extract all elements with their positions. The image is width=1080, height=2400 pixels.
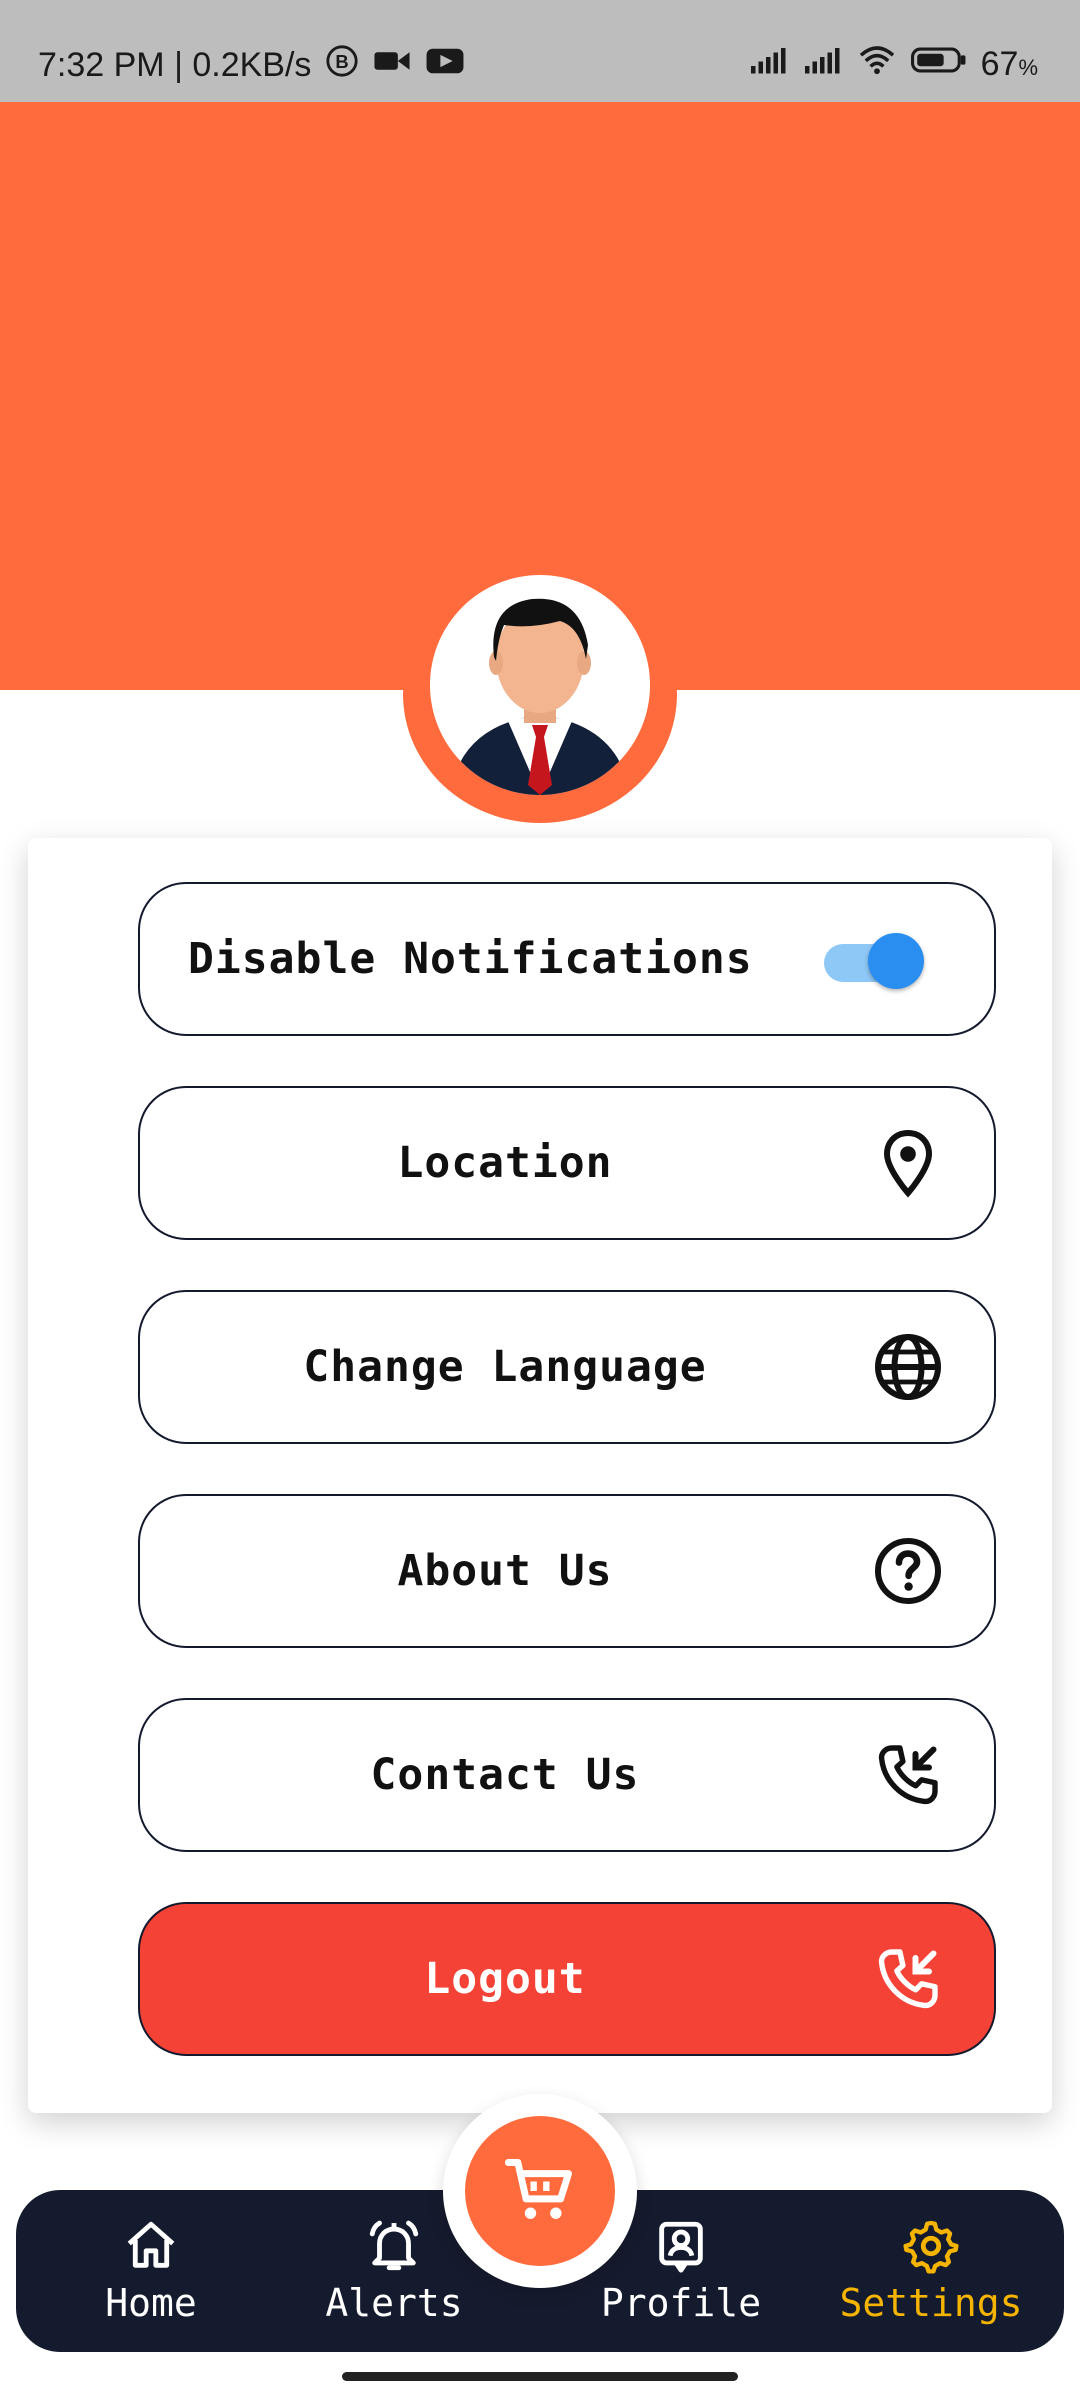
globe-icon bbox=[875, 1334, 941, 1400]
avatar[interactable] bbox=[430, 575, 650, 795]
phone-callback-icon bbox=[878, 1949, 938, 2009]
help-circle-icon bbox=[875, 1538, 941, 1604]
gear-icon bbox=[903, 2220, 959, 2274]
wifi-icon bbox=[857, 44, 897, 85]
logout-button[interactable]: Logout bbox=[138, 1902, 996, 2056]
bell-icon bbox=[369, 2220, 419, 2271]
change-language-label: Change Language bbox=[303, 1342, 707, 1392]
nav-home-label: Home bbox=[105, 2281, 197, 2325]
video-camera-icon bbox=[373, 46, 411, 85]
toggle-thumb bbox=[868, 933, 924, 989]
home-icon bbox=[127, 2221, 175, 2268]
disable-notifications-row[interactable]: Disable Notifications bbox=[138, 882, 996, 1036]
cart-icon bbox=[504, 2159, 572, 2219]
nav-alerts-label: Alerts bbox=[325, 2281, 463, 2325]
svg-text:B: B bbox=[336, 51, 349, 72]
location-button[interactable]: Location bbox=[138, 1086, 996, 1240]
cart-button[interactable] bbox=[465, 2116, 615, 2266]
profile-icon bbox=[659, 2221, 703, 2273]
nav-settings[interactable]: Settings bbox=[826, 2190, 1036, 2352]
location-pin-icon bbox=[883, 1129, 933, 1198]
settings-card: Disable Notifications Location Change La… bbox=[28, 838, 1052, 2113]
signal-icon bbox=[749, 45, 789, 84]
battery-level: 67% bbox=[980, 45, 1038, 83]
signal-icon bbox=[803, 45, 843, 84]
disable-notifications-label: Disable Notifications bbox=[188, 934, 753, 984]
phone-callback-icon bbox=[878, 1745, 938, 1805]
location-label: Location bbox=[397, 1138, 613, 1188]
nav-home[interactable]: Home bbox=[66, 2190, 236, 2352]
status-bar: 7:32 PM | 0.2KB/s B 67% bbox=[0, 0, 1080, 102]
contact-us-button[interactable]: Contact Us bbox=[138, 1698, 996, 1852]
nav-profile-label: Profile bbox=[600, 2281, 762, 2325]
notifications-toggle[interactable] bbox=[824, 931, 924, 989]
contact-us-label: Contact Us bbox=[370, 1750, 640, 1800]
home-indicator bbox=[342, 2372, 738, 2381]
b-icon: B bbox=[325, 44, 359, 87]
logout-label: Logout bbox=[424, 1954, 586, 2004]
about-us-button[interactable]: About Us bbox=[138, 1494, 996, 1648]
businessman-avatar-icon bbox=[450, 598, 630, 795]
nav-settings-label: Settings bbox=[839, 2281, 1023, 2325]
youtube-icon bbox=[425, 46, 465, 85]
about-us-label: About Us bbox=[397, 1546, 613, 1596]
change-language-button[interactable]: Change Language bbox=[138, 1290, 996, 1444]
status-time: 7:32 PM | 0.2KB/s bbox=[38, 46, 312, 84]
battery-icon bbox=[910, 45, 967, 84]
